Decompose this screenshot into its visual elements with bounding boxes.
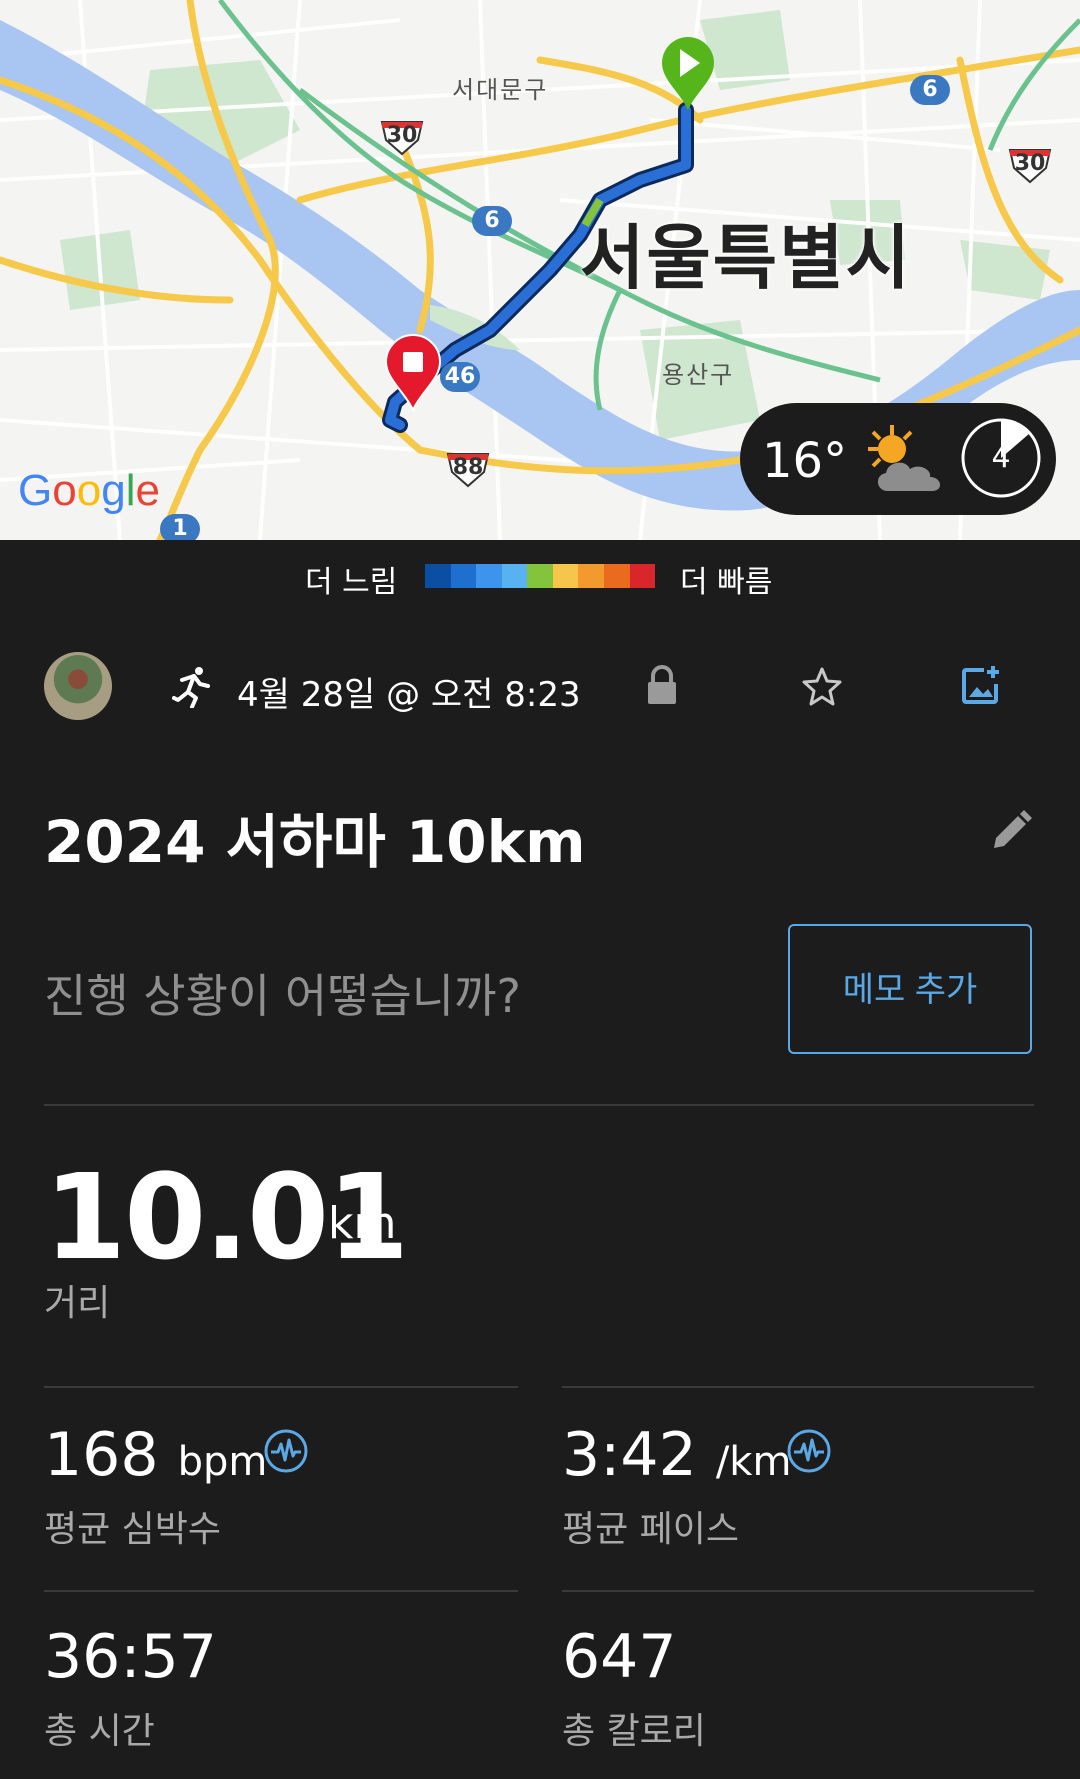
lock-icon[interactable] xyxy=(646,665,678,705)
avg-heart-rate-label: 평균 심박수 xyxy=(44,1509,222,1550)
divider xyxy=(562,1386,1034,1388)
star-icon[interactable] xyxy=(802,666,842,706)
weather-widget[interactable]: 16° 4 xyxy=(740,403,1056,515)
route-shield: 88 xyxy=(444,450,492,488)
district-label: 용산구 xyxy=(662,361,735,389)
pace-color-swatch xyxy=(603,564,630,588)
heart-rate-sensor-icon[interactable] xyxy=(263,1428,309,1474)
route-shield: 30 xyxy=(1006,146,1054,184)
divider xyxy=(44,1386,518,1388)
note-prompt[interactable]: 진행 상황이 어떻습니까? xyxy=(44,960,521,1026)
city-label: 서울특별시 xyxy=(580,217,912,299)
route-badge: 6 xyxy=(472,206,512,236)
route-shield: 30 xyxy=(378,118,426,156)
activity-title: 2024 서하마 10km xyxy=(44,808,586,876)
divider xyxy=(44,1590,518,1592)
route-badge: 46 xyxy=(440,362,480,392)
avg-heart-rate-unit: bpm xyxy=(177,1439,268,1485)
distance-unit: km xyxy=(328,1198,397,1249)
pace-color-swatch xyxy=(425,564,451,588)
partly-cloudy-icon xyxy=(868,425,941,491)
avg-pace-unit: /km xyxy=(715,1439,792,1485)
avg-pace-label: 평균 페이스 xyxy=(562,1509,740,1550)
running-icon xyxy=(172,667,210,708)
activity-datetime: 4월 28일 @ 오전 8:23 xyxy=(237,675,581,715)
pace-color-swatch xyxy=(527,564,553,588)
legend-slow-label: 더 느림 xyxy=(305,565,398,600)
pace-color-swatch xyxy=(476,564,502,588)
pace-color-scale xyxy=(425,564,656,588)
route-map[interactable]: 서대문구 용산구 서울특별시 30 30 88 6 6 46 1 Google … xyxy=(0,0,1080,540)
pace-color-swatch xyxy=(578,564,604,588)
pace-color-swatch xyxy=(629,564,656,588)
pace-color-swatch xyxy=(501,564,528,588)
avg-heart-rate-value: 168 xyxy=(44,1420,159,1490)
activity-header-row: 4월 28일 @ 오전 8:23 xyxy=(0,650,1080,724)
end-marker-icon[interactable] xyxy=(384,334,442,412)
legend-fast-label: 더 빠름 xyxy=(680,565,773,600)
distance-label: 거리 xyxy=(44,1283,111,1324)
start-marker-icon[interactable] xyxy=(660,36,716,112)
total-time-value: 36:57 xyxy=(44,1622,217,1692)
pace-legend: 더 느림 더 빠름 xyxy=(0,557,1080,600)
add-photo-icon[interactable] xyxy=(960,664,1002,706)
pace-color-swatch xyxy=(552,564,579,588)
avg-pace: 3:42 /km xyxy=(562,1420,791,1490)
avatar[interactable] xyxy=(44,652,112,720)
route-badge: 6 xyxy=(910,75,950,105)
edit-pencil-icon[interactable] xyxy=(990,810,1032,852)
temperature: 16° xyxy=(762,433,848,489)
avg-heart-rate: 168 bpm xyxy=(44,1420,267,1490)
pace-color-swatch xyxy=(450,564,477,588)
district-label: 서대문구 xyxy=(452,76,549,104)
google-logo: Google xyxy=(18,466,160,515)
pace-sensor-icon[interactable] xyxy=(786,1428,832,1474)
route-badge: 1 xyxy=(160,514,200,540)
timer-value: 4 xyxy=(991,440,1011,475)
total-calories-label: 총 칼로리 xyxy=(562,1711,706,1752)
total-calories-value: 647 xyxy=(562,1622,677,1692)
add-memo-button[interactable]: 메모 추가 xyxy=(788,924,1032,1054)
divider xyxy=(44,1104,1034,1106)
avg-pace-value: 3:42 xyxy=(562,1420,697,1490)
divider xyxy=(562,1590,1034,1592)
total-time-label: 총 시간 xyxy=(44,1711,155,1752)
